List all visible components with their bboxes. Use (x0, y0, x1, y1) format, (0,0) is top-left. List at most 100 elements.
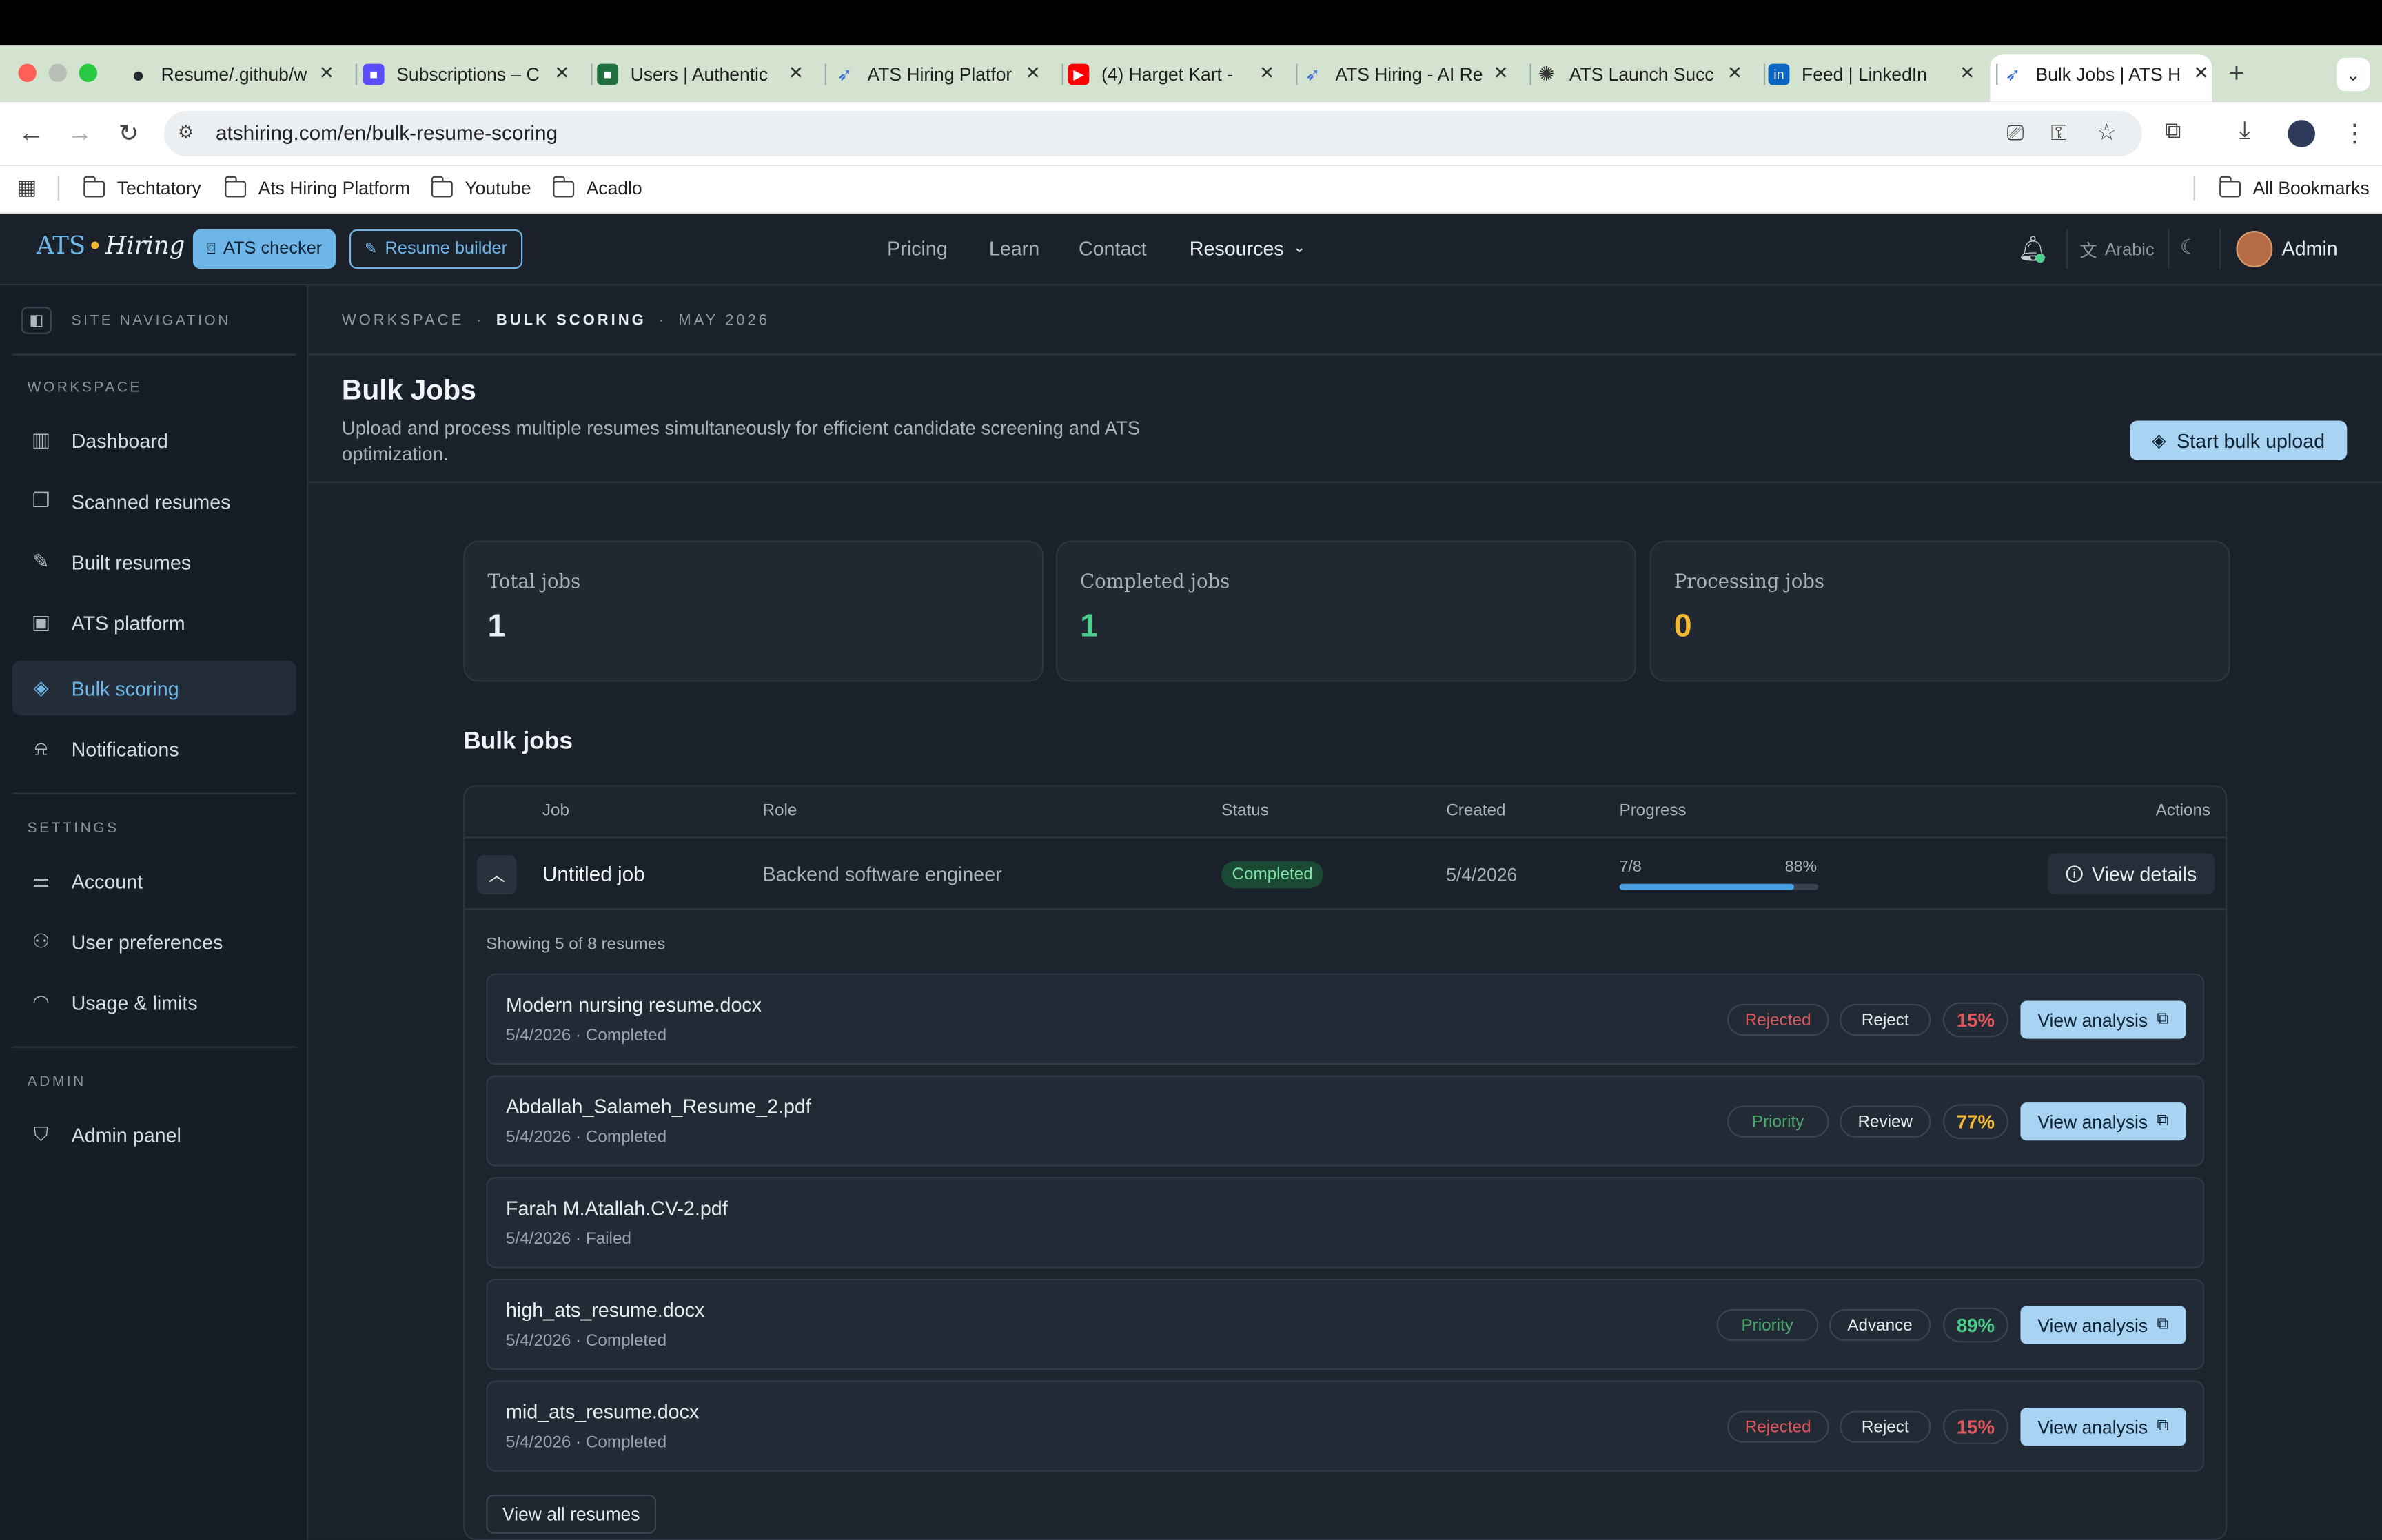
url-text[interactable]: atshiring.com/en/bulk-resume-scoring (216, 121, 558, 144)
new-tab-icon[interactable]: + (2228, 58, 2244, 90)
close-tab-icon[interactable]: ✕ (788, 62, 804, 83)
sidebar-item-label: Notifications (71, 737, 179, 761)
bookmark-acadlo[interactable]: Acadlo (552, 175, 642, 199)
resume-name[interactable]: mid_ats_resume.docx (506, 1400, 699, 1423)
stat-label: Completed jobs (1080, 569, 1230, 593)
sidebar-item-usage-limits[interactable]: ◠ Usage & limits (12, 975, 296, 1029)
bookmark-ats-hiring-platform[interactable]: Ats Hiring Platform (224, 175, 410, 199)
minimize-window-button[interactable] (48, 63, 67, 83)
close-tab-icon[interactable]: ✕ (1959, 62, 1975, 83)
maximize-window-button[interactable] (79, 63, 98, 83)
extensions-icon[interactable]: ⧉ (2165, 119, 2181, 144)
resume-name[interactable]: high_ats_resume.docx (506, 1298, 704, 1321)
nav-resources[interactable]: Resources ⌄ (1190, 237, 1306, 260)
close-tab-icon[interactable]: ✕ (319, 62, 334, 83)
forward-icon[interactable]: → (67, 119, 92, 149)
install-app-icon[interactable]: ⎚ (2007, 120, 2024, 145)
browser-tab[interactable]: ■ Subscriptions – C ✕ (363, 54, 570, 94)
resume-builder-button[interactable]: ✎ Resume builder (349, 229, 523, 269)
browser-tab[interactable]: ➶ ATS Hiring - AI Re ✕ (1302, 54, 1508, 94)
avatar[interactable] (2236, 231, 2273, 267)
all-bookmarks[interactable]: All Bookmarks (2219, 175, 2370, 199)
ats-checker-button[interactable]: ⌼ ATS checker (192, 229, 336, 269)
feather-icon: ➶ (1305, 63, 1321, 85)
nav-pricing[interactable]: Pricing (887, 237, 948, 260)
status-tag: Rejected (1727, 1410, 1829, 1443)
browser-tab[interactable]: ➶ ATS Hiring Platfor ✕ (834, 54, 1041, 94)
start-bulk-upload-button[interactable]: ◈ Start bulk upload (2130, 420, 2348, 460)
reload-icon[interactable]: ↻ (119, 119, 139, 149)
sidebar-item-notifications[interactable]: ⍾ Notifications (12, 721, 296, 776)
job-created: 5/4/2026 (1446, 864, 1518, 885)
folder-icon (552, 175, 575, 197)
view-all-resumes-button[interactable]: View all resumes (486, 1494, 657, 1534)
breadcrumb-bulk-scoring[interactable]: BULK SCORING (496, 313, 647, 329)
sidebar-item-built-resumes[interactable]: ✎ Built resumes (12, 535, 296, 589)
breadcrumb-workspace[interactable]: WORKSPACE (342, 313, 464, 329)
collapse-row-button[interactable]: ︿ (477, 854, 517, 895)
translate-icon: 文 (2079, 243, 2097, 262)
close-tab-icon[interactable]: ✕ (1026, 62, 1041, 83)
bar-chart-icon: ▥ (31, 428, 51, 451)
tab-separator (591, 63, 593, 85)
resume-name[interactable]: Modern nursing resume.docx (506, 993, 762, 1016)
close-tab-icon[interactable]: ✕ (2194, 62, 2209, 83)
view-analysis-button[interactable]: View analysis ⧉ (2020, 1102, 2186, 1141)
browser-tab[interactable]: ■ Users | Authentic ✕ (597, 54, 804, 94)
profile-avatar[interactable] (2288, 120, 2316, 147)
job-name: Untitled job (542, 862, 645, 885)
browser-tab[interactable]: in Feed | LinkedIn ✕ (1768, 54, 1975, 94)
view-details-button[interactable]: i View details (2048, 853, 2215, 895)
language-switch[interactable]: 文 Arabic (2079, 238, 2154, 263)
close-window-button[interactable] (18, 63, 37, 83)
site-settings-icon[interactable]: ⚙ (178, 121, 194, 143)
view-analysis-button[interactable]: View analysis ⧉ (2020, 1408, 2186, 1446)
download-icon[interactable]: ⤓ (2239, 119, 2250, 146)
sidebar-item-ats-platform[interactable]: ▣ ATS platform (12, 595, 296, 650)
browser-tab[interactable]: ➶ Bulk Jobs | ATS H ✕ (2002, 54, 2209, 94)
ats-checker-label: ATS checker (223, 240, 323, 258)
browser-tab[interactable]: ✺ ATS Launch Succ ✕ (1536, 54, 1742, 94)
tab-search-icon[interactable]: ⌄ (2336, 57, 2370, 92)
site-logo[interactable]: ATS Hiring (37, 231, 185, 260)
tab-separator (1061, 63, 1063, 85)
column-role: Role (762, 801, 797, 821)
sidebar-item-user-preferences[interactable]: ⚇ User preferences (12, 914, 296, 969)
browser-tab[interactable]: ▶ (4) Harget Kart - ✕ (1068, 54, 1274, 94)
bookmark-star-icon[interactable]: ☆ (2097, 119, 2117, 145)
page-subtitle-line: Upload and process multiple resumes simu… (341, 418, 1141, 439)
decision-badge: Reject (1840, 1003, 1931, 1036)
nav-learn[interactable]: Learn (989, 237, 1039, 260)
view-analysis-button[interactable]: View analysis ⧉ (2020, 1306, 2186, 1344)
sidebar-toggle-icon[interactable]: ◧ (21, 307, 52, 334)
close-tab-icon[interactable]: ✕ (554, 62, 569, 83)
bookmark-techtatory[interactable]: Techtatory (83, 175, 201, 199)
resume-name[interactable]: Farah M.Atallah.CV-2.pdf (506, 1197, 728, 1220)
folder-icon (2219, 175, 2241, 197)
user-name[interactable]: Admin (2282, 237, 2338, 260)
sidebar-item-dashboard[interactable]: ▥ Dashboard (12, 413, 296, 468)
apps-grid-icon[interactable]: ▦ (17, 174, 37, 200)
sidebar-item-bulk-scoring[interactable]: ◈ Bulk scoring (12, 660, 296, 716)
resume-name[interactable]: Abdallah_Salameh_Resume_2.pdf (506, 1095, 811, 1118)
back-icon[interactable]: ← (18, 119, 43, 149)
copy-icon: ❐ (32, 489, 50, 512)
password-key-icon[interactable]: ⚿ (2051, 120, 2067, 145)
edit-file-icon: ✎ (32, 549, 50, 573)
bookmark-youtube[interactable]: Youtube (431, 175, 531, 199)
external-link-icon: ⧉ (2157, 1009, 2169, 1029)
close-tab-icon[interactable]: ✕ (1259, 62, 1274, 83)
browser-tab[interactable]: ● Resume/.github/w ✕ (128, 54, 334, 94)
moon-icon[interactable]: ☾ (2180, 236, 2198, 260)
decision-badge: Advance (1829, 1308, 1931, 1342)
close-tab-icon[interactable]: ✕ (1727, 62, 1742, 83)
bell-icon: ⍾ (34, 736, 48, 760)
close-tab-icon[interactable]: ✕ (1493, 62, 1508, 83)
view-analysis-button[interactable]: View analysis ⧉ (2020, 1000, 2186, 1039)
menu-dots-icon[interactable]: ⋮ (2343, 119, 2367, 149)
sidebar-item-admin-panel[interactable]: ⛉ Admin panel (12, 1107, 296, 1162)
sidebar-item-account[interactable]: ⚌ Account (12, 854, 296, 908)
sidebar-item-scanned-resumes[interactable]: ❐ Scanned resumes (12, 474, 296, 528)
edit-icon: ✎ (364, 240, 378, 258)
nav-contact[interactable]: Contact (1079, 237, 1147, 260)
